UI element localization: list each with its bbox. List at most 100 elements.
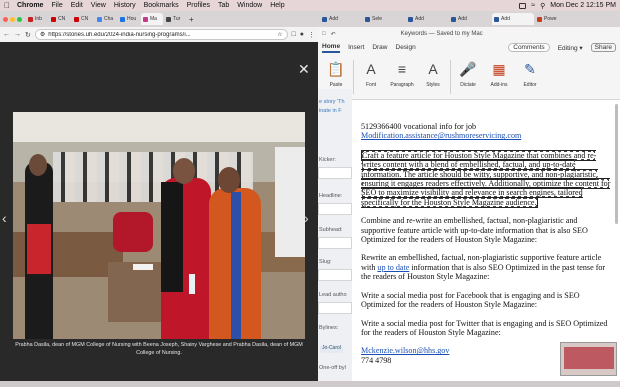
extensions-icon[interactable]: □ [292, 31, 296, 38]
editing-button[interactable]: Editing ▾ [558, 44, 583, 52]
styles-button[interactable]: A​ Styles [419, 60, 447, 88]
cms-label: Slug: [319, 259, 332, 265]
menu-edit[interactable]: Edit [71, 2, 83, 9]
cms-story-text: e story 'Th [319, 99, 345, 105]
dictate-button[interactable]: 🎤 Dictate [454, 60, 482, 89]
word-icon [408, 16, 413, 22]
undo-icon[interactable]: ↶ [331, 31, 336, 38]
font-button[interactable]: A Font [357, 60, 385, 88]
menu-bar:  Chrome File Edit View History Bookmark… [0, 0, 620, 11]
photo-person-black-jacket [161, 182, 183, 292]
highlighted-paragraph[interactable]: Craft a feature article for Houston Styl… [361, 149, 611, 208]
zoom-window-button[interactable] [17, 16, 22, 22]
word-icon [451, 16, 456, 22]
chevron-left-icon[interactable]: ‹ [2, 210, 7, 226]
doc-paragraph-facebook[interactable]: Write a social media post for Facebook t… [361, 291, 611, 310]
phone-number: 774 4798 [361, 355, 392, 365]
paragraph-button[interactable]: ≡ Paragraph [388, 60, 416, 88]
cms-label: Headline: [319, 193, 343, 199]
menu-profiles[interactable]: Profiles [187, 2, 210, 9]
reload-icon[interactable]: ↻ [25, 31, 31, 39]
tab-home[interactable]: Home [322, 43, 341, 53]
document-title: Keywords — Saved to my Mac [400, 31, 483, 37]
doc-paragraph[interactable]: Combine and re-write an embellished, fac… [361, 216, 611, 244]
chrome-tab[interactable]: Tur [164, 13, 186, 25]
clipboard-icon: 📋 [327, 60, 345, 77]
up-to-date-link[interactable]: up to date [377, 263, 409, 272]
word-tab-active[interactable]: Add [492, 13, 534, 25]
chrome-tab[interactable]: Cha [95, 13, 117, 25]
wifi-icon[interactable]: ≈ [531, 2, 535, 9]
word-icon [365, 16, 370, 22]
doc-line-vocational: 5129366400 vocational info for job [361, 122, 477, 131]
add-ins-button[interactable]: ▦ Add-ins [485, 60, 513, 89]
new-tab-button[interactable]: + [189, 15, 194, 24]
menu-tab[interactable]: Tab [218, 2, 229, 9]
word-tab[interactable]: Add [320, 13, 362, 25]
minimize-window-button[interactable] [10, 16, 15, 22]
bookmark-star-icon[interactable]: ☆ [277, 31, 282, 38]
gmail-icon [28, 16, 33, 22]
back-icon[interactable]: ← [3, 31, 10, 38]
cms-input[interactable] [318, 203, 352, 215]
chrome-tab[interactable]: Inb [26, 13, 48, 25]
menu-bookmarks[interactable]: Bookmarks [144, 2, 179, 9]
site-info-icon[interactable]: ⚙ [40, 31, 45, 38]
share-button[interactable]: Share [590, 43, 616, 52]
tab-insert[interactable]: Insert [348, 44, 364, 51]
clock[interactable]: Mon Dec 2 12:15 PM [550, 2, 616, 9]
cms-input[interactable] [318, 302, 352, 314]
ribbon-tabs: Home Insert Draw Design Comments Editing… [318, 41, 620, 54]
comments-button[interactable]: Comments [508, 43, 550, 52]
cms-input[interactable] [318, 237, 352, 249]
background-cms-window: e story 'Th inate in F Kicker: Headline:… [318, 89, 352, 381]
byline-chip[interactable]: Jo-Carol [320, 345, 343, 353]
screenshot-thumbnail[interactable] [560, 342, 617, 376]
chrome-tab-active[interactable]: Ma [141, 13, 163, 25]
menu-history[interactable]: History [114, 2, 136, 9]
profile-icon[interactable]: ● [300, 31, 304, 38]
word-tab[interactable]: Sele [363, 13, 405, 25]
menu-help[interactable]: Help [270, 2, 284, 9]
cms-input[interactable] [318, 167, 352, 179]
menu-view[interactable]: View [91, 2, 106, 9]
cms-input[interactable] [318, 269, 352, 281]
word-tab[interactable]: Add [449, 13, 491, 25]
email-link[interactable]: Modification.assistance@rushmoreservicin… [361, 131, 521, 140]
close-window-button[interactable] [3, 16, 8, 22]
chrome-tab[interactable]: Hou [118, 13, 140, 25]
menu-window[interactable]: Window [237, 2, 262, 9]
close-icon[interactable]: ✕ [298, 62, 310, 76]
doc-paragraph-twitter[interactable]: Write a social media post for Twitter th… [361, 319, 611, 338]
chrome-menu-icon[interactable]: ⋮ [308, 31, 315, 39]
forward-icon[interactable]: → [14, 31, 21, 38]
chrome-tab[interactable]: CN [49, 13, 71, 25]
photo-person-head [218, 167, 240, 193]
document-body[interactable]: 5129366400 vocational info for job Modif… [361, 122, 611, 365]
word-tab[interactable]: Powe [535, 13, 577, 25]
word-tab[interactable]: Add [406, 13, 448, 25]
email-link-hhs[interactable]: Mckenzie.wilson@hhs.gov [361, 346, 449, 355]
doc-paragraph-rewrite[interactable]: Rewrite an embellished, factual, non-pla… [361, 253, 611, 281]
address-bar[interactable]: ⚙ https://stories.uh.edu/2024-india-nurs… [34, 29, 288, 40]
search-icon[interactable]: ⚲ [540, 2, 545, 10]
word-icon [494, 16, 499, 22]
save-icon[interactable]: □ [322, 31, 326, 37]
site-icon [143, 16, 148, 22]
menu-app-name[interactable]: Chrome [17, 2, 43, 9]
styles-icon: A​ [428, 61, 438, 77]
chrome-tab[interactable]: CN [72, 13, 94, 25]
vertical-scrollbar[interactable] [615, 104, 618, 224]
url-text[interactable]: https://stories.uh.edu/2024-india-nursin… [48, 32, 274, 38]
tab-design[interactable]: Design [396, 44, 416, 51]
apple-menu-icon[interactable]:  [4, 1, 10, 10]
photo-caption: Prabha Dasila, dean of MGM College of Nu… [15, 342, 303, 356]
photo-person-head [173, 158, 195, 184]
editor-button[interactable]: ✎ Editor [516, 60, 544, 89]
photo-person-red [27, 224, 51, 274]
screen-icon[interactable] [519, 2, 527, 9]
tab-draw[interactable]: Draw [372, 44, 387, 51]
paste-button[interactable]: 📋 Paste [322, 60, 350, 89]
menu-file[interactable]: File [51, 2, 62, 9]
document-canvas[interactable]: 5129366400 vocational info for job Modif… [318, 100, 620, 381]
